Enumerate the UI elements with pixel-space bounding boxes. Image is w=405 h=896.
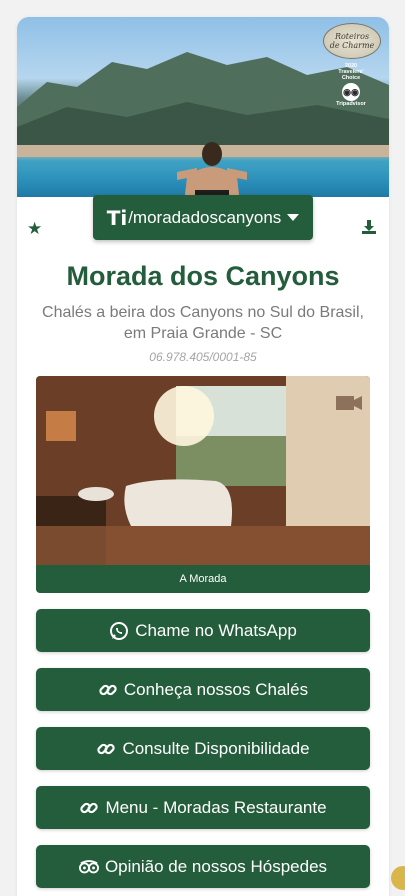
link-label: Menu - Moradas Restaurante [105, 797, 327, 817]
page-subtitle: Chalés a beira dos Canyons no Sul do Bra… [42, 304, 364, 342]
bathroom-photo [36, 376, 370, 565]
restaurant-menu-button[interactable]: Menu - Moradas Restaurante [36, 786, 370, 829]
download-icon[interactable] [361, 219, 377, 235]
link-label: Consulte Disponibilidade [122, 738, 310, 758]
feature-caption: A Morada [36, 565, 370, 593]
profile-card: Roteiros de Charme 2020 Travelers' Choic… [17, 17, 389, 896]
profile-handle: /moradadoscanyons [128, 207, 282, 227]
feature-card[interactable]: A Morada [36, 376, 370, 593]
person-in-pool [177, 142, 247, 197]
link-icon [98, 680, 118, 700]
tripadvisor-icon [78, 857, 99, 877]
chevron-down-icon [287, 214, 300, 221]
roteiros-de-charme-badge: Roteiros de Charme [323, 23, 381, 59]
chat-widget-button[interactable] [391, 866, 405, 890]
company-id: 06.978.405/0001-85 [149, 350, 257, 364]
link-icon [79, 798, 99, 818]
availability-button[interactable]: Consulte Disponibilidade [36, 727, 370, 770]
travelers-choice-badge: 2020 Travelers' Choice ◉◉ Tripadvisor [336, 63, 366, 107]
whatsapp-button[interactable]: Chame no WhatsApp [36, 609, 370, 652]
cover-image: Roteiros de Charme 2020 Travelers' Choic… [17, 17, 389, 197]
whatsapp-icon [109, 621, 129, 641]
link-label: Opinião de nossos Hóspedes [104, 856, 328, 876]
page-title: Morada dos Canyons [66, 261, 340, 291]
star-icon[interactable]: ★ [27, 219, 42, 239]
tripadvisor-owl-icon: ◉◉ [342, 83, 360, 101]
link-icon [96, 739, 116, 759]
link-label: Chame no WhatsApp [135, 620, 297, 640]
link-label: Conheça nossos Chalés [123, 679, 309, 699]
link-list: Chame no WhatsApp Conheça nossos Chalés … [36, 609, 370, 896]
profile-handle-button[interactable]: ꓔi /moradadoscanyons [93, 195, 313, 240]
tiktok-style-logo-icon: ꓔi [106, 205, 128, 230]
chalets-button[interactable]: Conheça nossos Chalés [36, 668, 370, 711]
reviews-button[interactable]: Opinião de nossos Hóspedes [36, 845, 370, 888]
